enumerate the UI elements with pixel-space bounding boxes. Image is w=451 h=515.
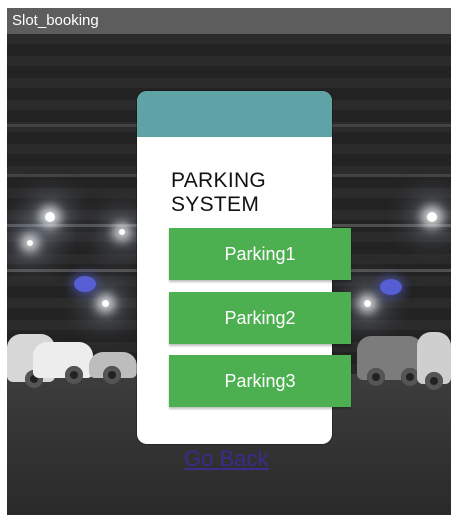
parking1-button[interactable]: Parking1 xyxy=(169,228,351,280)
wheel xyxy=(103,366,121,384)
ceiling-light xyxy=(45,212,55,222)
parking3-button[interactable]: Parking3 xyxy=(169,355,351,407)
parking-garage-background: PARKING SYSTEM Parking1 Parking2 Parking… xyxy=(7,34,451,515)
wheel xyxy=(425,372,443,390)
parked-car xyxy=(33,342,93,384)
wheel xyxy=(65,366,83,384)
parked-car xyxy=(357,336,423,386)
title-bar: Slot_booking xyxy=(7,8,451,34)
card-header xyxy=(137,91,332,137)
app-title: Slot_booking xyxy=(12,12,99,29)
blue-sign-light xyxy=(380,279,402,295)
go-back-link[interactable]: Go Back xyxy=(184,446,294,474)
parked-car xyxy=(89,352,137,384)
ceiling-light xyxy=(27,240,33,246)
ceiling-light xyxy=(364,300,371,307)
wheel xyxy=(367,368,385,386)
ceiling-light xyxy=(102,300,109,307)
card-title-line1: PARKING xyxy=(171,169,267,192)
ceiling-light xyxy=(427,212,437,222)
app-window: Slot_booking PARKING SYSTEM Parking1 Par… xyxy=(7,8,451,515)
ceiling-light xyxy=(119,229,125,235)
parking2-button[interactable]: Parking2 xyxy=(169,292,351,344)
parked-car xyxy=(417,332,451,390)
card-title: PARKING SYSTEM xyxy=(171,169,321,217)
card-title-line2: SYSTEM xyxy=(171,193,260,216)
blue-sign-light xyxy=(74,276,96,292)
